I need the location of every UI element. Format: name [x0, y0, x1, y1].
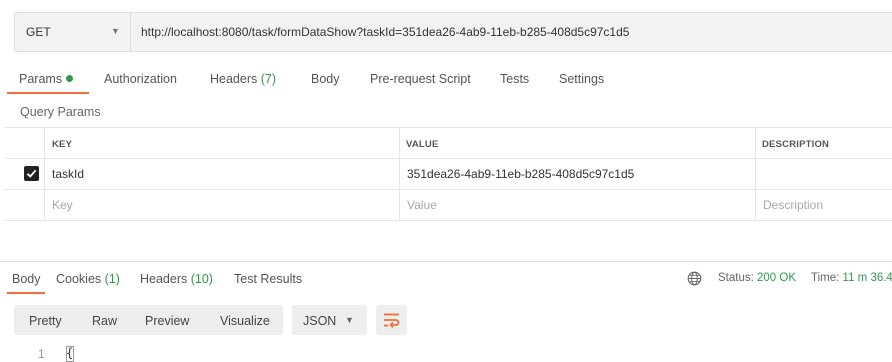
- table-row-divider: [4, 189, 892, 190]
- wrap-lines-button[interactable]: [376, 305, 407, 335]
- code-line[interactable]: {: [66, 346, 73, 360]
- tab-headers-label: Headers: [210, 72, 258, 86]
- param-value-cell[interactable]: 351dea26-4ab9-11eb-b285-408d5c97c1d5: [407, 167, 634, 181]
- new-value-input[interactable]: Value: [407, 198, 437, 212]
- new-description-input[interactable]: Description: [763, 198, 823, 212]
- view-mode-raw[interactable]: Raw: [92, 314, 117, 328]
- tab-authorization[interactable]: Authorization: [104, 72, 177, 86]
- table-bottom-divider: [4, 220, 892, 221]
- tab-params[interactable]: Params: [19, 72, 74, 86]
- active-response-tab-indicator: [7, 292, 45, 294]
- tab-params-label: Params: [19, 72, 63, 86]
- response-tab-headers-count: (10): [190, 272, 213, 286]
- method-select[interactable]: GET ▼: [15, 13, 131, 51]
- url-input[interactable]: http://localhost:8080/task/formDataShow?…: [141, 25, 629, 39]
- status-value: 200 OK: [757, 272, 797, 284]
- status-label: Status:: [718, 272, 754, 284]
- chevron-down-icon: ▼: [345, 315, 354, 325]
- param-key-cell[interactable]: taskId: [52, 167, 84, 181]
- tab-headers[interactable]: Headers (7): [210, 72, 276, 86]
- response-tab-test-results-label: Test Results: [234, 272, 303, 286]
- column-header-description: DESCRIPTION: [762, 139, 830, 150]
- column-divider: [399, 127, 400, 221]
- active-params-dot-icon: [66, 75, 74, 82]
- line-number: 1: [38, 347, 45, 361]
- request-response-divider: [0, 261, 892, 262]
- view-mode-preview[interactable]: Preview: [145, 314, 189, 328]
- column-header-key: KEY: [52, 139, 73, 150]
- view-mode-pretty[interactable]: Pretty: [29, 314, 62, 328]
- time-label: Time:: [811, 272, 840, 284]
- tab-settings-label: Settings: [559, 72, 605, 86]
- time-readout: Time: 11 m 36.4: [811, 272, 892, 284]
- column-header-value: VALUE: [406, 139, 439, 150]
- response-tab-cookies[interactable]: Cookies (1): [56, 272, 120, 286]
- time-value: 11 m 36.4: [842, 272, 892, 284]
- method-label: GET: [26, 25, 51, 39]
- response-tab-body-label: Body: [12, 272, 41, 286]
- globe-icon[interactable]: [687, 271, 702, 289]
- table-header-divider: [4, 158, 892, 159]
- response-tab-cookies-count: (1): [104, 272, 120, 286]
- tab-body[interactable]: Body: [311, 72, 340, 86]
- response-tab-body[interactable]: Body: [12, 272, 41, 286]
- status-readout: Status: 200 OK: [718, 272, 796, 284]
- request-bar: GET ▼ http://localhost:8080/task/formDat…: [14, 12, 892, 52]
- tab-pre-request-script[interactable]: Pre-request Script: [370, 72, 471, 86]
- tab-pre-request-script-label: Pre-request Script: [370, 72, 471, 86]
- tab-tests[interactable]: Tests: [500, 72, 529, 86]
- response-tab-headers[interactable]: Headers (10): [140, 272, 213, 286]
- param-enabled-checkbox[interactable]: [24, 166, 39, 181]
- column-divider: [44, 127, 45, 221]
- view-mode-visualize[interactable]: Visualize: [220, 314, 270, 328]
- response-tab-headers-label: Headers: [140, 272, 188, 286]
- tab-tests-label: Tests: [500, 72, 530, 86]
- tab-headers-count: (7): [260, 72, 277, 86]
- tab-authorization-label: Authorization: [104, 72, 177, 86]
- response-tab-test-results[interactable]: Test Results: [234, 272, 302, 286]
- column-divider: [755, 127, 756, 221]
- checkmark-icon: [26, 169, 37, 178]
- format-select[interactable]: JSON ▼: [292, 305, 367, 335]
- query-params-title: Query Params: [20, 105, 101, 119]
- tab-settings[interactable]: Settings: [559, 72, 604, 86]
- tab-body-label: Body: [311, 72, 340, 86]
- new-key-input[interactable]: Key: [52, 198, 73, 212]
- view-mode-selector: Pretty Raw Preview Visualize: [14, 305, 283, 335]
- format-label: JSON: [303, 314, 337, 328]
- response-tab-cookies-label: Cookies: [56, 272, 102, 286]
- active-tab-indicator: [7, 92, 89, 94]
- chevron-down-icon: ▼: [111, 26, 120, 36]
- wrap-lines-icon: [384, 313, 400, 328]
